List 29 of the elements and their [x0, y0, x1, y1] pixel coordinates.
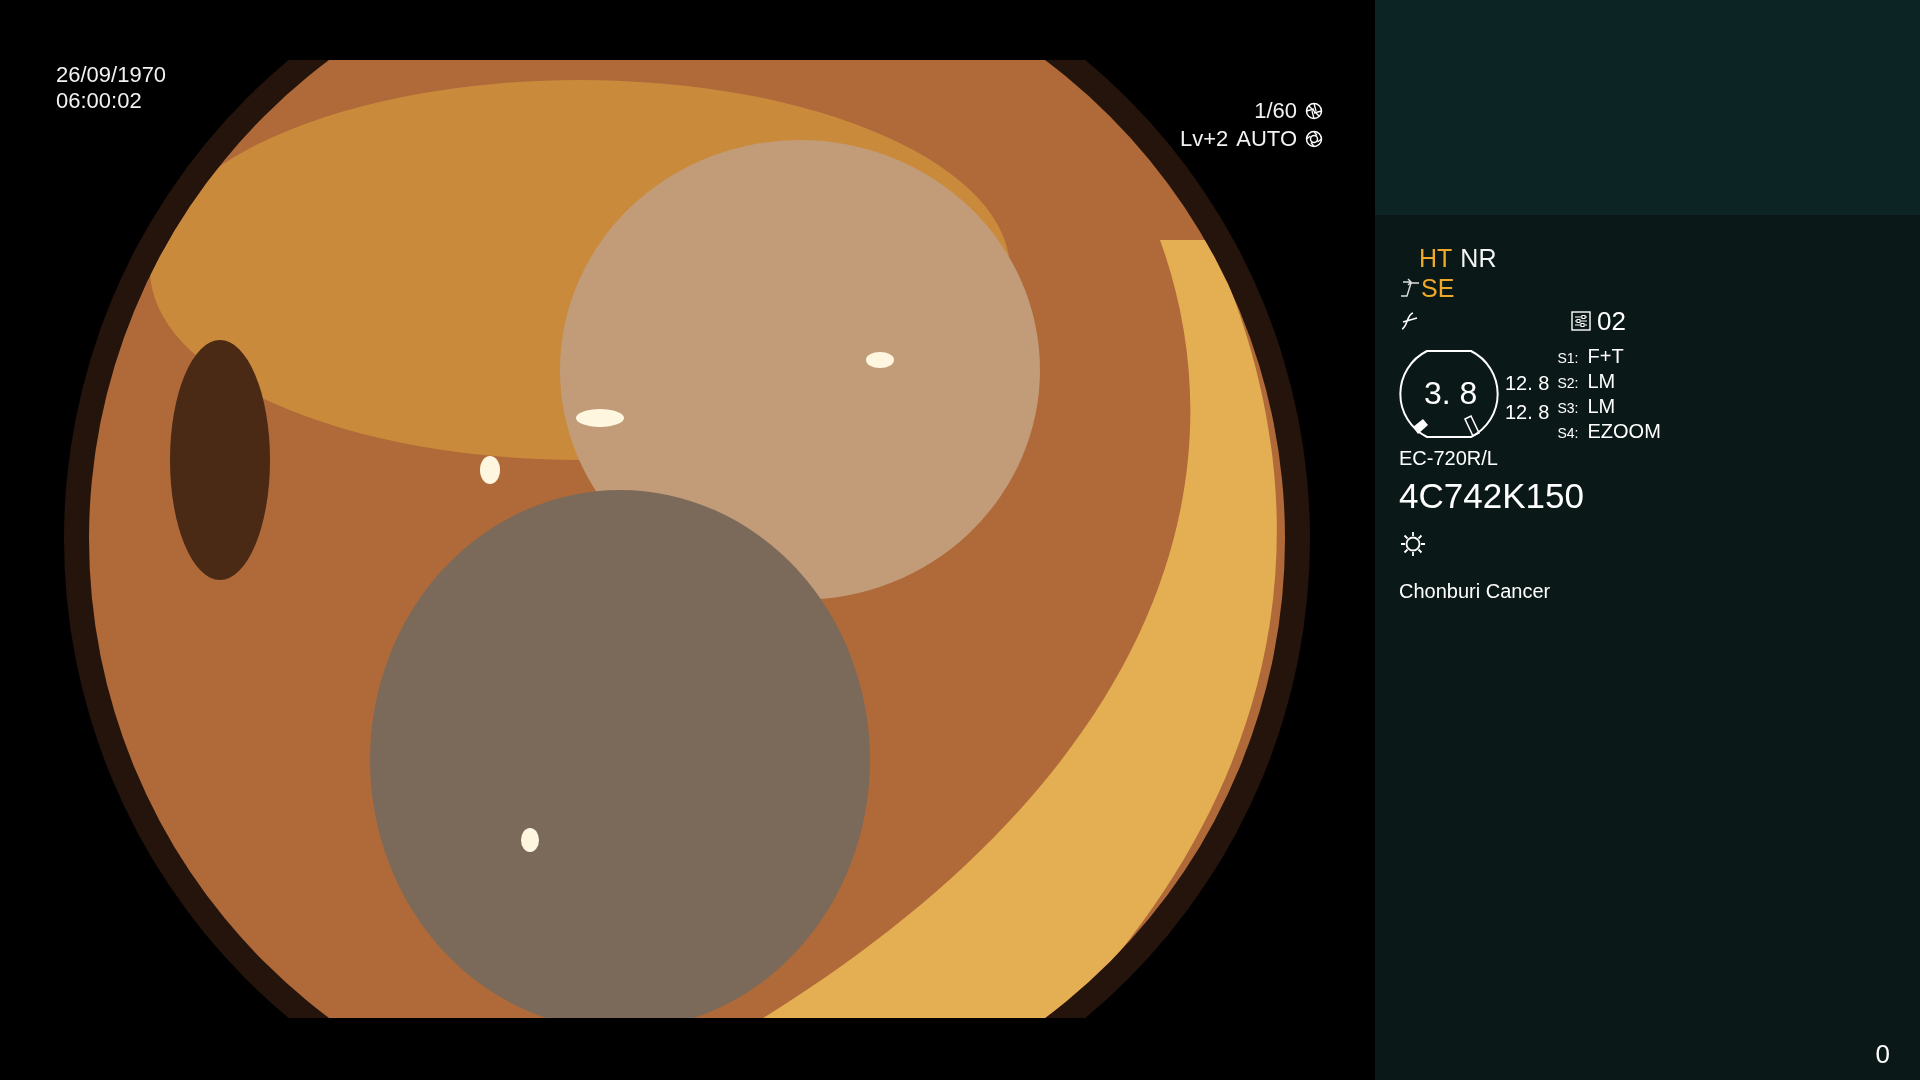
switch-key: S2:: [1557, 375, 1588, 391]
curve-icon: [1399, 277, 1421, 299]
level-text: Lv+2: [1179, 126, 1229, 152]
preset-number: 02: [1597, 305, 1626, 337]
reading-text: 12. 8: [1505, 372, 1550, 395]
switch-value: F+T: [1587, 345, 1624, 368]
lamp-icon: [1399, 530, 1427, 558]
counter-text: 0: [1875, 1039, 1890, 1070]
switch-key: S3:: [1557, 400, 1588, 416]
switch-value: EZOOM: [1587, 420, 1661, 443]
serial-number: 4C742K150: [1399, 476, 1585, 516]
mode-label: HT: [1419, 243, 1453, 273]
switch-key: S1:: [1557, 350, 1588, 366]
switch-value: LM: [1587, 370, 1616, 393]
reading-text: 12. 8: [1505, 401, 1550, 424]
switch-value: LM: [1587, 395, 1616, 418]
time-text: 06:00:02: [56, 88, 143, 114]
shutter-icon: [1305, 102, 1323, 120]
switch-key: S4:: [1557, 425, 1588, 441]
mode-label: NR: [1460, 243, 1497, 273]
mode-label: SE: [1421, 273, 1455, 303]
shutter-speed: 1/60: [1254, 98, 1297, 124]
iris-text: AUTO: [1236, 126, 1297, 152]
iris-icon: [1305, 130, 1323, 148]
scope-model: EC-720R/L: [1399, 447, 1499, 470]
date-text: 26/09/1970: [56, 62, 167, 88]
sliders-icon: [1571, 311, 1591, 331]
institution-name: Chonburi Cancer: [1399, 580, 1552, 603]
zoom-value: 3. 8: [1424, 375, 1478, 412]
